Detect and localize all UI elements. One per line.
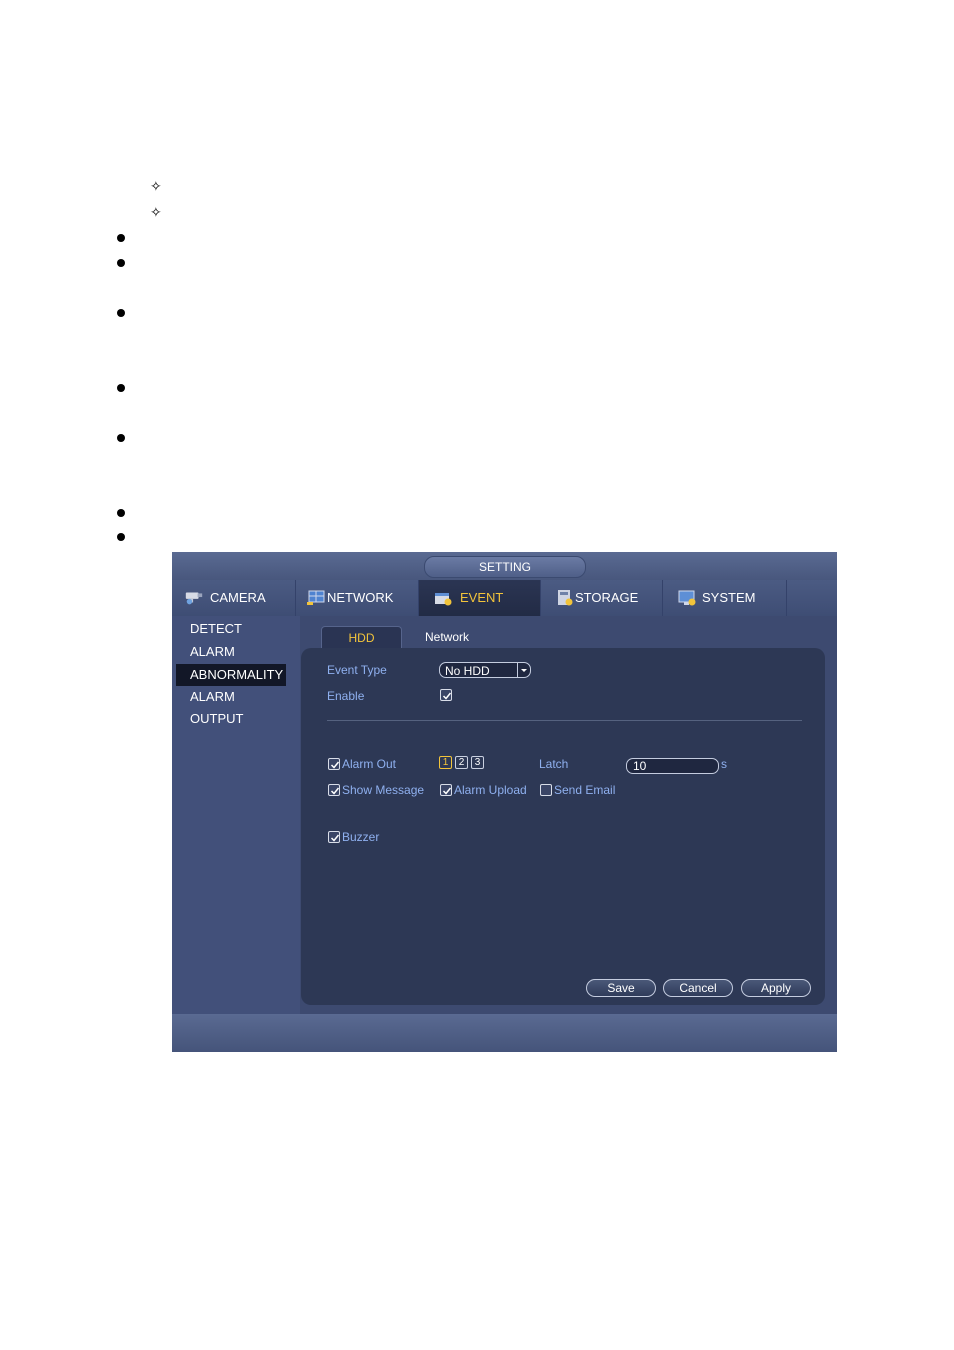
event-type-value: No HDD <box>445 664 490 678</box>
bullet-icon <box>117 434 125 442</box>
check-icon <box>442 787 452 795</box>
sidebar-item-alarm[interactable]: ALARM <box>176 641 286 663</box>
bullet-icon <box>117 234 125 242</box>
check-icon <box>330 834 340 842</box>
bullet-icon <box>117 509 125 517</box>
tab-label: SYSTEM <box>702 590 756 605</box>
alarm-out-label: Alarm Out <box>342 757 397 771</box>
enable-checkbox[interactable] <box>440 689 452 701</box>
tab-event[interactable]: EVENT <box>419 580 541 616</box>
buzzer-label: Buzzer <box>342 830 380 844</box>
tab-label: EVENT <box>460 590 504 605</box>
title-bar: SETTING <box>172 552 837 580</box>
show-message-label: Show Message <box>342 783 425 797</box>
save-button[interactable]: Save <box>586 979 656 997</box>
check-icon <box>330 761 340 769</box>
check-icon <box>330 787 340 795</box>
window-title: SETTING <box>424 556 586 578</box>
setting-window: SETTING CAMERA NETWORK EVENT STORAGE SYS… <box>172 552 837 1052</box>
subtab-hdd[interactable]: HDD <box>321 626 402 648</box>
send-email-checkbox[interactable] <box>540 784 552 796</box>
divider <box>327 720 802 721</box>
alarm-out-channel-1[interactable]: 1 <box>439 756 452 769</box>
apply-button[interactable]: Apply <box>741 979 811 997</box>
tab-label: NETWORK <box>327 590 394 605</box>
cancel-button[interactable]: Cancel <box>663 979 733 997</box>
main-tab-bar: CAMERA NETWORK EVENT STORAGE SYSTEM <box>172 580 837 617</box>
camera-icon <box>185 592 203 605</box>
content-area: HDD Network Event Type No HDD Enable Ala… <box>300 616 837 1014</box>
event-type-label: Event Type <box>327 663 387 677</box>
chevron-down-icon <box>517 663 530 677</box>
tab-label: CAMERA <box>210 590 266 605</box>
latch-label: Latch <box>539 757 569 771</box>
latch-unit: s <box>721 757 727 771</box>
network-icon <box>307 590 325 605</box>
buzzer-checkbox[interactable] <box>328 831 340 843</box>
tab-storage[interactable]: STORAGE <box>541 580 663 616</box>
alarm-out-channel-3[interactable]: 3 <box>471 756 484 769</box>
event-icon <box>435 593 452 606</box>
sidebar: DETECT ALARM ABNORMALITY ALARM OUTPUT <box>172 616 300 1014</box>
alarm-upload-checkbox[interactable] <box>440 784 452 796</box>
tab-label: STORAGE <box>575 590 639 605</box>
send-email-label: Send Email <box>554 783 616 797</box>
diamond-bullet-icon: ✧ <box>150 205 162 221</box>
storage-icon <box>558 590 573 606</box>
bullet-icon <box>117 533 125 541</box>
tab-system[interactable]: SYSTEM <box>663 580 787 616</box>
sidebar-item-alarm-output[interactable]: ALARM OUTPUT <box>176 686 286 726</box>
settings-panel: Event Type No HDD Enable Alarm Out 1 2 3… <box>301 648 825 1005</box>
diamond-bullet-icon: ✧ <box>150 179 162 195</box>
check-icon <box>442 692 452 700</box>
tab-network[interactable]: NETWORK <box>296 580 419 616</box>
status-bar <box>172 1014 837 1052</box>
alarm-out-channel-2[interactable]: 2 <box>455 756 468 769</box>
sidebar-item-abnormality[interactable]: ABNORMALITY <box>176 664 286 686</box>
latch-input[interactable]: 10 <box>626 758 719 774</box>
show-message-checkbox[interactable] <box>328 784 340 796</box>
enable-label: Enable <box>327 689 365 703</box>
alarm-out-checkbox[interactable] <box>328 758 340 770</box>
tab-camera[interactable]: CAMERA <box>172 580 296 616</box>
subtab-network[interactable]: Network <box>412 626 482 648</box>
sidebar-item-detect[interactable]: DETECT <box>176 618 286 640</box>
alarm-upload-label: Alarm Upload <box>454 783 527 797</box>
bullet-icon <box>117 309 125 317</box>
event-type-select[interactable]: No HDD <box>439 662 531 678</box>
bullet-icon <box>117 259 125 267</box>
system-icon <box>678 590 696 606</box>
bullet-icon <box>117 384 125 392</box>
